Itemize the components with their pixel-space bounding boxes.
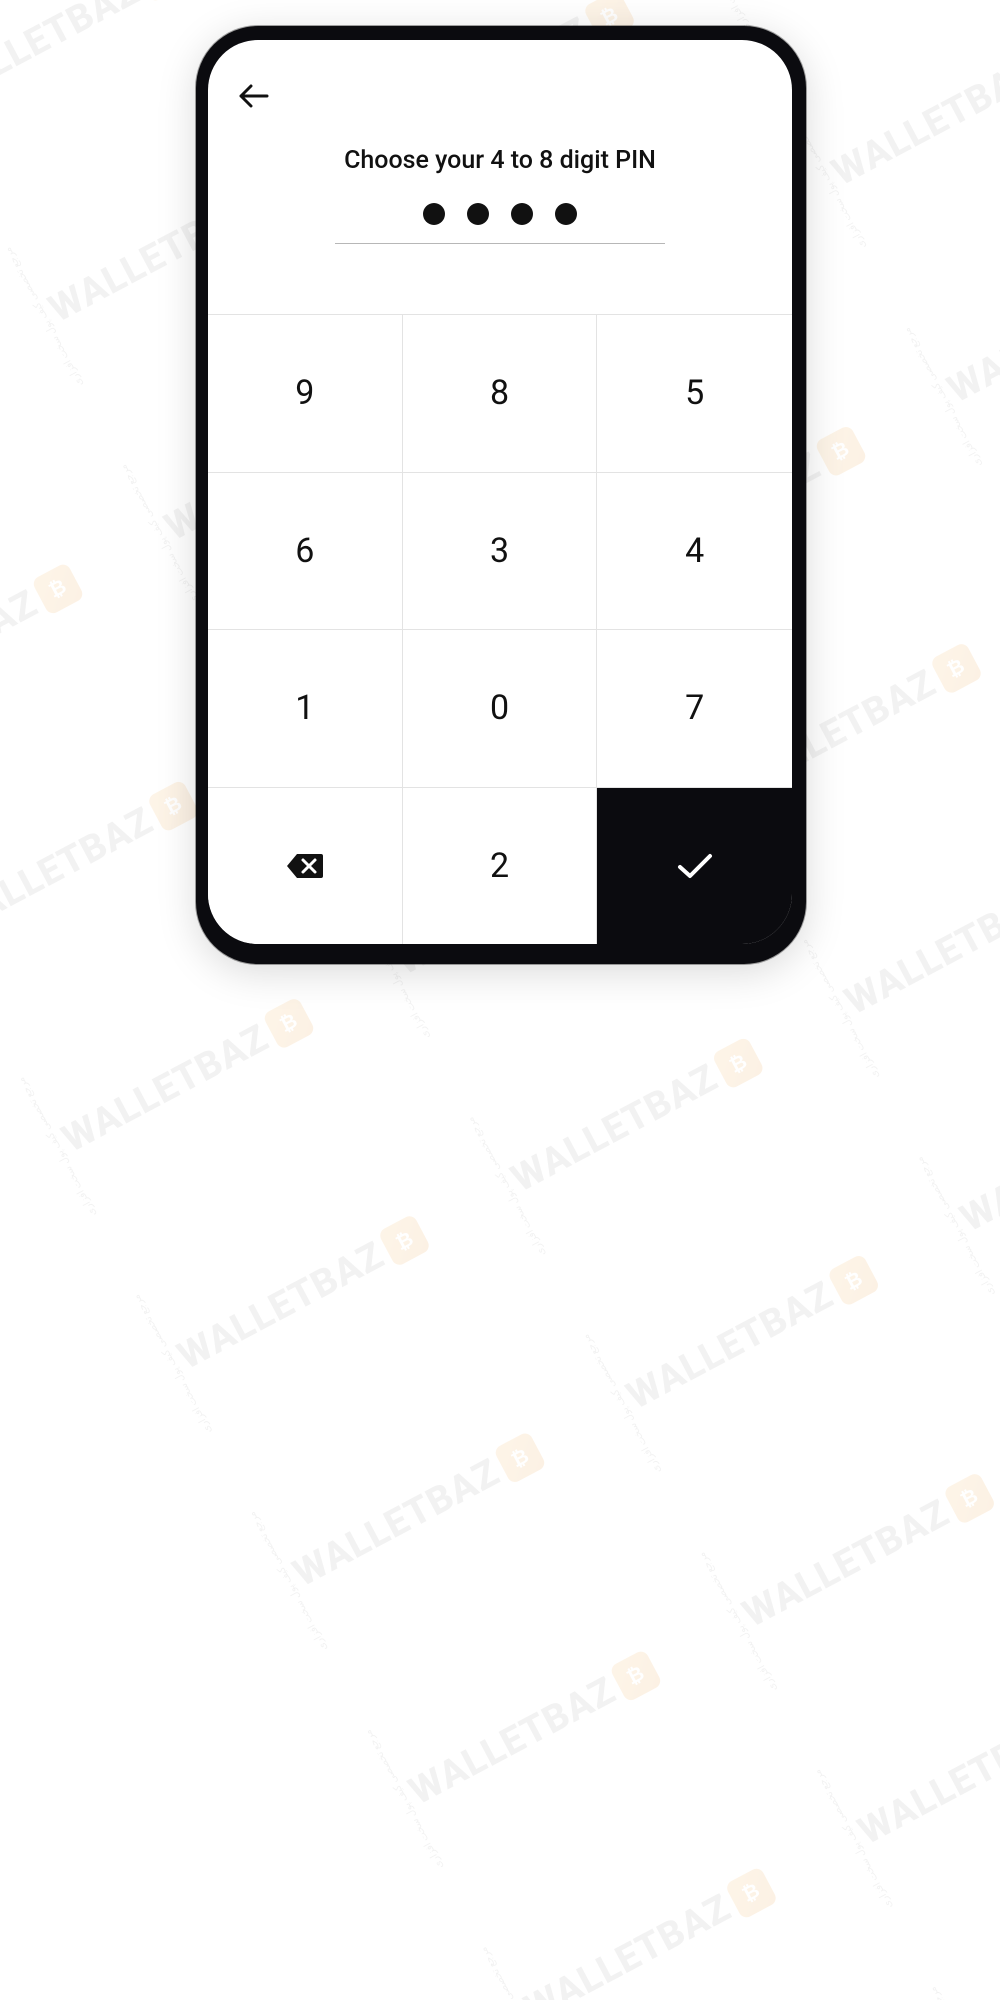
watermark-text: WALLETBAZ bbox=[55, 1016, 276, 1161]
watermark-badge-icon: ₿ bbox=[827, 1254, 881, 1308]
watermark-badge-icon: ₿ bbox=[146, 779, 200, 833]
watermark-subtext: مرجع تخصصی کیف پول سخت افزاری bbox=[914, 1155, 997, 1298]
check-icon bbox=[676, 851, 714, 881]
pin-heading: Choose your 4 to 8 digit PIN bbox=[208, 120, 792, 203]
watermark-item: مرجع تخصصی کیف پول سخت افزاریWALLETBAZ₿ bbox=[478, 1815, 806, 2000]
watermark-text: WALLETBAZ bbox=[402, 1668, 623, 1813]
keypad-key-6[interactable]: 6 bbox=[208, 472, 403, 630]
watermark-item: مرجع تخصصی کیف پول سخت افزاریWALLETBAZ₿ bbox=[131, 1162, 459, 1435]
watermark-text: WALLETBAZ bbox=[518, 1886, 739, 2000]
watermark-badge-icon: ₿ bbox=[942, 1471, 996, 1525]
keypad-confirm-button[interactable] bbox=[597, 787, 792, 945]
watermark-badge-icon: ₿ bbox=[262, 996, 316, 1050]
backspace-icon bbox=[285, 851, 325, 881]
watermark-text: WALLETBAZ bbox=[0, 0, 148, 115]
keypad-key-1[interactable]: 1 bbox=[208, 629, 403, 787]
watermark-subtext: مرجع تخصصی کیف پول سخت افزاری bbox=[901, 325, 984, 468]
top-bar bbox=[208, 40, 792, 120]
watermark-item: مرجع تخصصی کیف پول سخت افزاریWALLETBAZ₿ bbox=[0, 0, 214, 171]
watermark-text: WALLETBAZ bbox=[0, 799, 161, 944]
watermark-item: مرجع تخصصی کیف پول سخت افزاریWALLETBAZ₿ bbox=[0, 728, 228, 1001]
keypad-key-7[interactable]: 7 bbox=[597, 629, 792, 787]
watermark-item: مرجع تخصصی کیف پول سخت افزاریWALLETBAZ₿ bbox=[927, 1855, 1000, 2000]
watermark-badge-icon: ₿ bbox=[724, 1866, 778, 1920]
watermark-badge-icon: ₿ bbox=[133, 0, 187, 3]
watermark-item: مرجع تخصصی کیف پول سخت افزاریWALLETBAZ₿ bbox=[16, 945, 344, 1218]
watermark-text: WALLETBAZ bbox=[504, 1056, 725, 1201]
pin-dot bbox=[423, 203, 445, 225]
watermark-item: مرجع تخصصی کیف پول سخت افزاریWALLETBAZ₿ bbox=[914, 1025, 1000, 1298]
watermark-text: WALLETBAZ bbox=[0, 581, 45, 726]
keypad-key-4[interactable]: 4 bbox=[597, 472, 792, 630]
watermark-badge-icon: ₿ bbox=[711, 1036, 765, 1090]
watermark-badge-icon: ₿ bbox=[377, 1214, 431, 1268]
pin-dot bbox=[511, 203, 533, 225]
watermark-item: مرجع تخصصی کیف پول سخت افزاریWALLETBAZ₿ bbox=[812, 1637, 1000, 1910]
pin-dot bbox=[555, 203, 577, 225]
watermark-subtext: مرجع تخصصی کیف پول سخت افزاری bbox=[247, 1510, 330, 1653]
watermark-item: مرجع تخصصی کیف پول سخت افزاریWALLETBAZ₿ bbox=[581, 1202, 909, 1475]
watermark-text: WALLETBAZ bbox=[171, 1234, 392, 1379]
watermark-item: مرجع تخصصی کیف پول سخت افزاریWALLETBAZ₿ bbox=[362, 1597, 690, 1870]
watermark-item: مرجع تخصصی کیف پول سخت افزاریWALLETBAZ₿ bbox=[901, 195, 1000, 468]
keypad-key-3[interactable]: 3 bbox=[403, 472, 598, 630]
watermark-subtext: مرجع تخصصی کیف پول سخت افزاری bbox=[581, 1332, 664, 1475]
watermark-text: WALLETBAZ bbox=[967, 1926, 1000, 2000]
watermark-text: WALLETBAZ bbox=[736, 1491, 957, 1636]
watermark-item: مرجع تخصصی کیف پول سخت افزاریWALLETBAZ₿ bbox=[799, 808, 1000, 1081]
device-screen: Choose your 4 to 8 digit PIN 9 8 5 6 3 4… bbox=[208, 40, 792, 944]
watermark-badge-icon: ₿ bbox=[814, 424, 868, 478]
watermark-text: WALLETBAZ bbox=[620, 1274, 841, 1419]
watermark-item: مرجع تخصصی کیف پول سخت افزاریWALLETBAZ₿ bbox=[465, 985, 793, 1258]
pin-dot bbox=[467, 203, 489, 225]
watermark-subtext: مرجع تخصصی کیف پول سخت افزاری bbox=[131, 1292, 214, 1435]
watermark-text: WALLETBAZ bbox=[825, 49, 1000, 194]
watermark-subtext: مرجع تخصصی کیف پول سخت افزاری bbox=[465, 1115, 548, 1258]
watermark-badge-icon: ₿ bbox=[609, 1649, 663, 1703]
watermark-text: WALLETBAZ bbox=[838, 879, 1000, 1024]
keypad-key-5[interactable]: 5 bbox=[597, 314, 792, 472]
spacer bbox=[208, 244, 792, 314]
watermark-subtext: مرجع تخصصی کیف پول سخت افزاری bbox=[118, 463, 201, 606]
numeric-keypad: 9 8 5 6 3 4 1 0 7 2 bbox=[208, 314, 792, 944]
watermark-subtext: مرجع تخصصی کیف پول سخت افزاری bbox=[812, 1767, 895, 1910]
keypad-key-2[interactable]: 2 bbox=[403, 787, 598, 945]
watermark-item: مرجع تخصصی کیف پول سخت افزاریWALLETBAZ₿ bbox=[0, 510, 112, 783]
watermark-text: WALLETBAZ bbox=[941, 267, 1000, 412]
keypad-key-8[interactable]: 8 bbox=[403, 314, 598, 472]
keypad-backspace-button[interactable] bbox=[208, 787, 403, 945]
watermark-subtext: مرجع تخصصی کیف پول سخت افزاری bbox=[3, 245, 86, 388]
watermark-text: WALLETBAZ bbox=[286, 1451, 507, 1596]
back-button[interactable] bbox=[236, 78, 272, 114]
watermark-text: WALLETBAZ bbox=[954, 1096, 1000, 1241]
keypad-key-9[interactable]: 9 bbox=[208, 314, 403, 472]
watermark-badge-icon: ₿ bbox=[929, 642, 983, 696]
watermark-text: WALLETBAZ bbox=[851, 1708, 1000, 1853]
watermark-subtext: مرجع تخصصی کیف پول سخت افزاری bbox=[16, 1075, 99, 1218]
watermark-item: مرجع تخصصی کیف پول سخت افزاریWALLETBAZ₿ bbox=[247, 1380, 575, 1653]
watermark-subtext: مرجع تخصصی کیف پول سخت افزاری bbox=[799, 938, 882, 1081]
device-frame: Choose your 4 to 8 digit PIN 9 8 5 6 3 4… bbox=[196, 26, 806, 964]
watermark-subtext: مرجع تخصصی کیف پول سخت افزاری bbox=[362, 1727, 445, 1870]
watermark-subtext: مرجع تخصصی کیف پول سخت افزاری bbox=[927, 1985, 1000, 2000]
keypad-key-0[interactable]: 0 bbox=[403, 629, 598, 787]
watermark-subtext: مرجع تخصصی کیف پول سخت افزاری bbox=[696, 1550, 779, 1693]
pin-dots bbox=[208, 203, 792, 239]
watermark-subtext: مرجع تخصصی کیف پول سخت افزاری bbox=[478, 1945, 561, 2000]
arrow-left-icon bbox=[237, 82, 271, 110]
watermark-item: مرجع تخصصی کیف پول سخت افزاریWALLETBAZ₿ bbox=[785, 0, 1000, 251]
watermark-item: مرجع تخصصی کیف پول سخت افزاریWALLETBAZ₿ bbox=[696, 1420, 1000, 1693]
watermark-badge-icon: ₿ bbox=[31, 562, 85, 616]
watermark-badge-icon: ₿ bbox=[493, 1431, 547, 1485]
